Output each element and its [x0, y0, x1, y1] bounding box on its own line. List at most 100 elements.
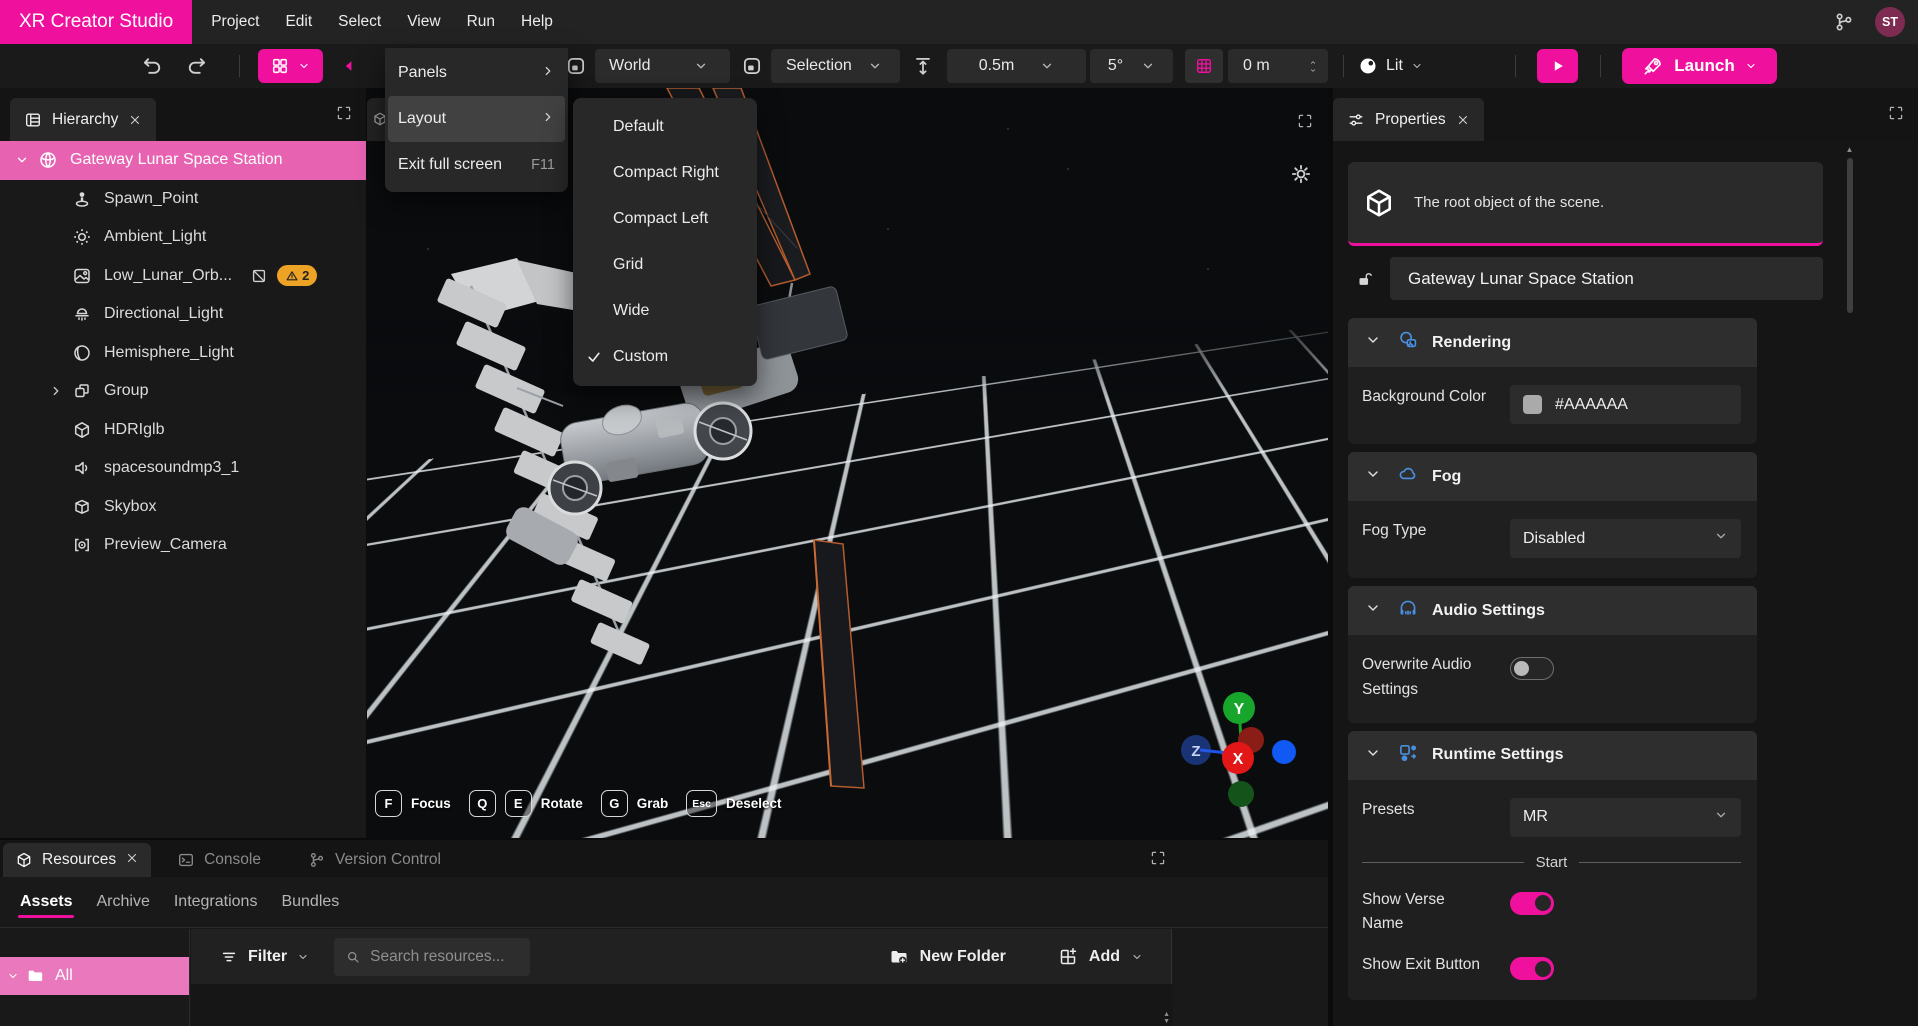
- submenu-item-wide[interactable]: Wide: [573, 288, 757, 334]
- play-button[interactable]: [1537, 49, 1578, 83]
- pivot-mode-button[interactable]: [735, 49, 769, 83]
- menu-item-panels[interactable]: Panels: [385, 50, 568, 96]
- move-step-select[interactable]: 0.5m: [947, 49, 1086, 83]
- submenu-item-compact-right[interactable]: Compact Right: [573, 150, 757, 196]
- chevron-down-icon: [868, 59, 882, 73]
- hierarchy-item-group[interactable]: Group: [0, 372, 366, 411]
- folder-all[interactable]: All: [0, 957, 189, 995]
- viewport-3d[interactable]: FFocusQERotateGGrabEscDeselect Z Y X: [367, 88, 1328, 838]
- fullscreen-icon[interactable]: [1150, 850, 1166, 866]
- redo-button[interactable]: [183, 49, 211, 83]
- selection-mode-select[interactable]: Selection: [771, 49, 900, 83]
- height-stepper[interactable]: 0 m: [1228, 49, 1328, 83]
- submenu-item-custom[interactable]: Custom: [573, 334, 757, 380]
- properties-scrollbar[interactable]: ▲: [1845, 145, 1854, 1026]
- overwrite-audio-settings-toggle[interactable]: [1510, 657, 1554, 680]
- section-header-rendering[interactable]: Rendering: [1348, 318, 1757, 367]
- chevron-down-icon: [1365, 600, 1381, 616]
- fullscreen-icon[interactable]: [1297, 113, 1313, 129]
- search-icon: [345, 949, 361, 965]
- submenu-item-compact-left[interactable]: Compact Left: [573, 196, 757, 242]
- branch-icon[interactable]: [1833, 11, 1855, 33]
- files-scrollbar[interactable]: ▲▼: [1163, 1011, 1170, 1025]
- bottom-tabbar: Resources Console Version Control: [0, 840, 1328, 877]
- add-asset-button[interactable]: Add: [1058, 947, 1143, 967]
- property-row-background-color: Background Color#AAAAAA: [1362, 377, 1741, 432]
- hierarchy-item-skybox[interactable]: Skybox: [0, 488, 366, 527]
- tab-resources[interactable]: Resources: [3, 843, 151, 877]
- submenu-item-grid[interactable]: Grid: [573, 242, 757, 288]
- menubar-item-view[interactable]: View: [394, 0, 453, 44]
- menubar-item-help[interactable]: Help: [508, 0, 566, 44]
- fullscreen-icon[interactable]: [336, 105, 352, 121]
- menu-item-exit-full-screen[interactable]: Exit full screenF11: [385, 142, 568, 188]
- shading-mode-select[interactable]: Lit: [1358, 49, 1423, 83]
- hierarchy-item-directional-light[interactable]: Directional_Light: [0, 295, 366, 334]
- menu-item-layout[interactable]: Layout: [388, 96, 565, 142]
- subtab-archive[interactable]: Archive: [94, 880, 151, 924]
- menubar-item-run[interactable]: Run: [454, 0, 508, 44]
- object-name-input[interactable]: [1390, 257, 1823, 300]
- close-icon[interactable]: [1456, 113, 1470, 127]
- launch-button[interactable]: Launch: [1622, 48, 1777, 84]
- presets-select[interactable]: MR: [1510, 798, 1741, 837]
- hierarchy-item-spawn-point[interactable]: Spawn_Point: [0, 180, 366, 219]
- chevron-down-icon: [1365, 745, 1381, 761]
- subtab-assets[interactable]: Assets: [18, 880, 74, 924]
- hotkey-g: G: [601, 790, 628, 817]
- menubar-item-select[interactable]: Select: [325, 0, 394, 44]
- avatar[interactable]: ST: [1875, 7, 1905, 37]
- orientation-gizmo[interactable]: Z Y X: [1154, 672, 1324, 838]
- subtab-bundles[interactable]: Bundles: [279, 880, 341, 924]
- hierarchy-item-gateway-lunar-space-station[interactable]: Gateway Lunar Space Station: [0, 141, 366, 180]
- lock-open-icon[interactable]: [1355, 270, 1373, 288]
- tab-version-control[interactable]: Version Control: [296, 843, 453, 877]
- grid-snap-toggle[interactable]: [1185, 49, 1223, 83]
- resources-subtabs: Assets Archive Integrations Bundles: [0, 877, 1328, 928]
- section-header-audio-settings[interactable]: Audio Settings: [1348, 586, 1757, 635]
- hierarchy-item-preview-camera[interactable]: Preview_Camera: [0, 526, 366, 565]
- hierarchy-item-hemisphere-light[interactable]: Hemisphere_Light: [0, 334, 366, 373]
- close-icon[interactable]: [128, 113, 142, 127]
- background-color-field[interactable]: #AAAAAA: [1510, 385, 1741, 424]
- show-exit-button-toggle[interactable]: [1510, 957, 1554, 980]
- section-header-runtime-settings[interactable]: Runtime Settings: [1348, 731, 1757, 780]
- property-row-presets: PresetsMR: [1362, 790, 1741, 845]
- show-verse-name-toggle[interactable]: [1510, 892, 1554, 915]
- menubar-item-project[interactable]: Project: [198, 0, 272, 44]
- hidden-icon: [250, 267, 268, 285]
- rotate-step-select[interactable]: 5°: [1090, 49, 1173, 83]
- tab-hierarchy[interactable]: Hierarchy: [10, 98, 156, 141]
- search-input[interactable]: [370, 948, 519, 966]
- tab-properties[interactable]: Properties: [1333, 98, 1484, 141]
- undo-button[interactable]: [138, 49, 166, 83]
- hierarchy-item-ambient-light[interactable]: Ambient_Light: [0, 218, 366, 257]
- fullscreen-icon[interactable]: [1888, 105, 1904, 121]
- search-box[interactable]: [334, 938, 530, 976]
- gizmo-neg-z[interactable]: [1272, 740, 1296, 764]
- fog-type-select[interactable]: Disabled: [1510, 519, 1741, 558]
- chevron-down-icon: [298, 60, 310, 72]
- add-object-button[interactable]: [258, 49, 323, 83]
- new-folder-button[interactable]: New Folder: [889, 947, 1006, 967]
- chevron-down-icon: [1365, 332, 1381, 348]
- submenu-item-default[interactable]: Default: [573, 104, 757, 150]
- hierarchy-icon: [24, 111, 42, 129]
- warning-badge[interactable]: 2: [277, 265, 317, 286]
- menubar-item-edit[interactable]: Edit: [272, 0, 325, 44]
- transform-space-select[interactable]: World: [595, 49, 730, 83]
- tab-console[interactable]: Console: [165, 843, 273, 877]
- hierarchy-item-low-lunar-orb[interactable]: Low_Lunar_Orb...2: [0, 257, 366, 296]
- color-swatch[interactable]: [1523, 395, 1542, 414]
- hierarchy-item-spacesoundmp3-1[interactable]: spacesoundmp3_1: [0, 449, 366, 488]
- close-icon: [125, 851, 139, 865]
- files-area[interactable]: ▲▼: [191, 984, 1172, 1026]
- gizmo-neg-y[interactable]: [1228, 781, 1254, 807]
- filter-button[interactable]: Filter: [220, 948, 309, 966]
- subtab-integrations[interactable]: Integrations: [172, 880, 260, 924]
- collapse-toolbar-button[interactable]: [341, 49, 357, 83]
- hierarchy-panel: Hierarchy Gateway Lunar Space StationSpa…: [0, 88, 366, 838]
- section-header-fog[interactable]: Fog: [1348, 452, 1757, 501]
- gear-icon[interactable]: [1290, 163, 1312, 185]
- hierarchy-item-hdriglb[interactable]: HDRIglb: [0, 411, 366, 450]
